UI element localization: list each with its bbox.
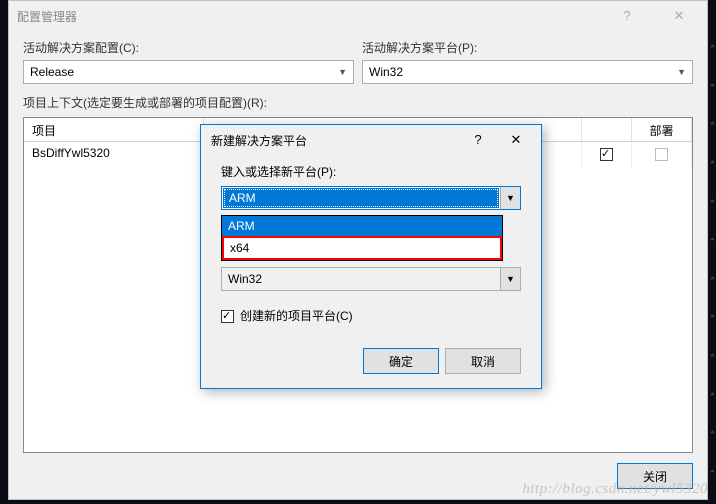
close-icon[interactable]: ✕ [501, 132, 531, 148]
checkbox-disabled-icon [655, 148, 668, 161]
active-config-select[interactable]: Release ▼ [23, 60, 354, 84]
copy-from-combobox[interactable]: Win32 ▼ [221, 267, 521, 291]
platform-combobox[interactable]: ARM ▼ [221, 186, 521, 210]
create-new-label: 创建新的项目平台(C) [240, 307, 353, 324]
modal-title: 新建解决方案平台 [211, 132, 307, 149]
platform-selected-value: ARM [224, 189, 498, 207]
active-platform-value: Win32 [369, 65, 403, 79]
chevron-down-icon: ▼ [677, 67, 686, 77]
col-deploy: 部署 [632, 118, 692, 141]
close-icon[interactable]: ✕ [659, 8, 699, 24]
chevron-down-icon[interactable]: ▼ [500, 268, 520, 290]
check-icon [221, 310, 234, 323]
decorative-ticks [710, 44, 716, 474]
create-new-checkbox-row[interactable]: 创建新的项目平台(C) [221, 307, 521, 324]
check-icon [600, 148, 613, 161]
deploy-checkbox-cell [632, 142, 692, 168]
new-platform-dialog: 新建解决方案平台 ? ✕ 键入或选择新平台(P): ARM ▼ ARM x64 … [200, 124, 542, 389]
chevron-down-icon[interactable]: ▼ [500, 187, 520, 209]
col-project: 项目 [24, 118, 204, 141]
dropdown-option-x64[interactable]: x64 [222, 236, 502, 260]
active-config-value: Release [30, 65, 74, 79]
ok-button[interactable]: 确定 [363, 348, 439, 374]
window-title: 配置管理器 [17, 8, 77, 25]
platform-dropdown: ARM x64 [221, 215, 503, 261]
project-name-cell: BsDiffYwl5320 [24, 142, 204, 168]
close-button[interactable]: 关闭 [617, 463, 693, 489]
col-build [582, 118, 632, 141]
help-icon[interactable]: ? [607, 8, 647, 24]
active-platform-select[interactable]: Win32 ▼ [362, 60, 693, 84]
help-icon[interactable]: ? [463, 132, 493, 148]
dropdown-option-arm[interactable]: ARM [222, 216, 502, 236]
copy-from-value: Win32 [222, 272, 500, 286]
active-platform-label: 活动解决方案平台(P): [362, 39, 693, 56]
cancel-button[interactable]: 取消 [445, 348, 521, 374]
build-checkbox-cell[interactable] [582, 142, 632, 168]
platform-input-label: 键入或选择新平台(P): [221, 163, 521, 180]
active-config-label: 活动解决方案配置(C): [23, 39, 354, 56]
context-label: 项目上下文(选定要生成或部署的项目配置)(R): [9, 88, 707, 115]
titlebar: 配置管理器 ? ✕ [9, 1, 707, 31]
chevron-down-icon: ▼ [338, 67, 347, 77]
